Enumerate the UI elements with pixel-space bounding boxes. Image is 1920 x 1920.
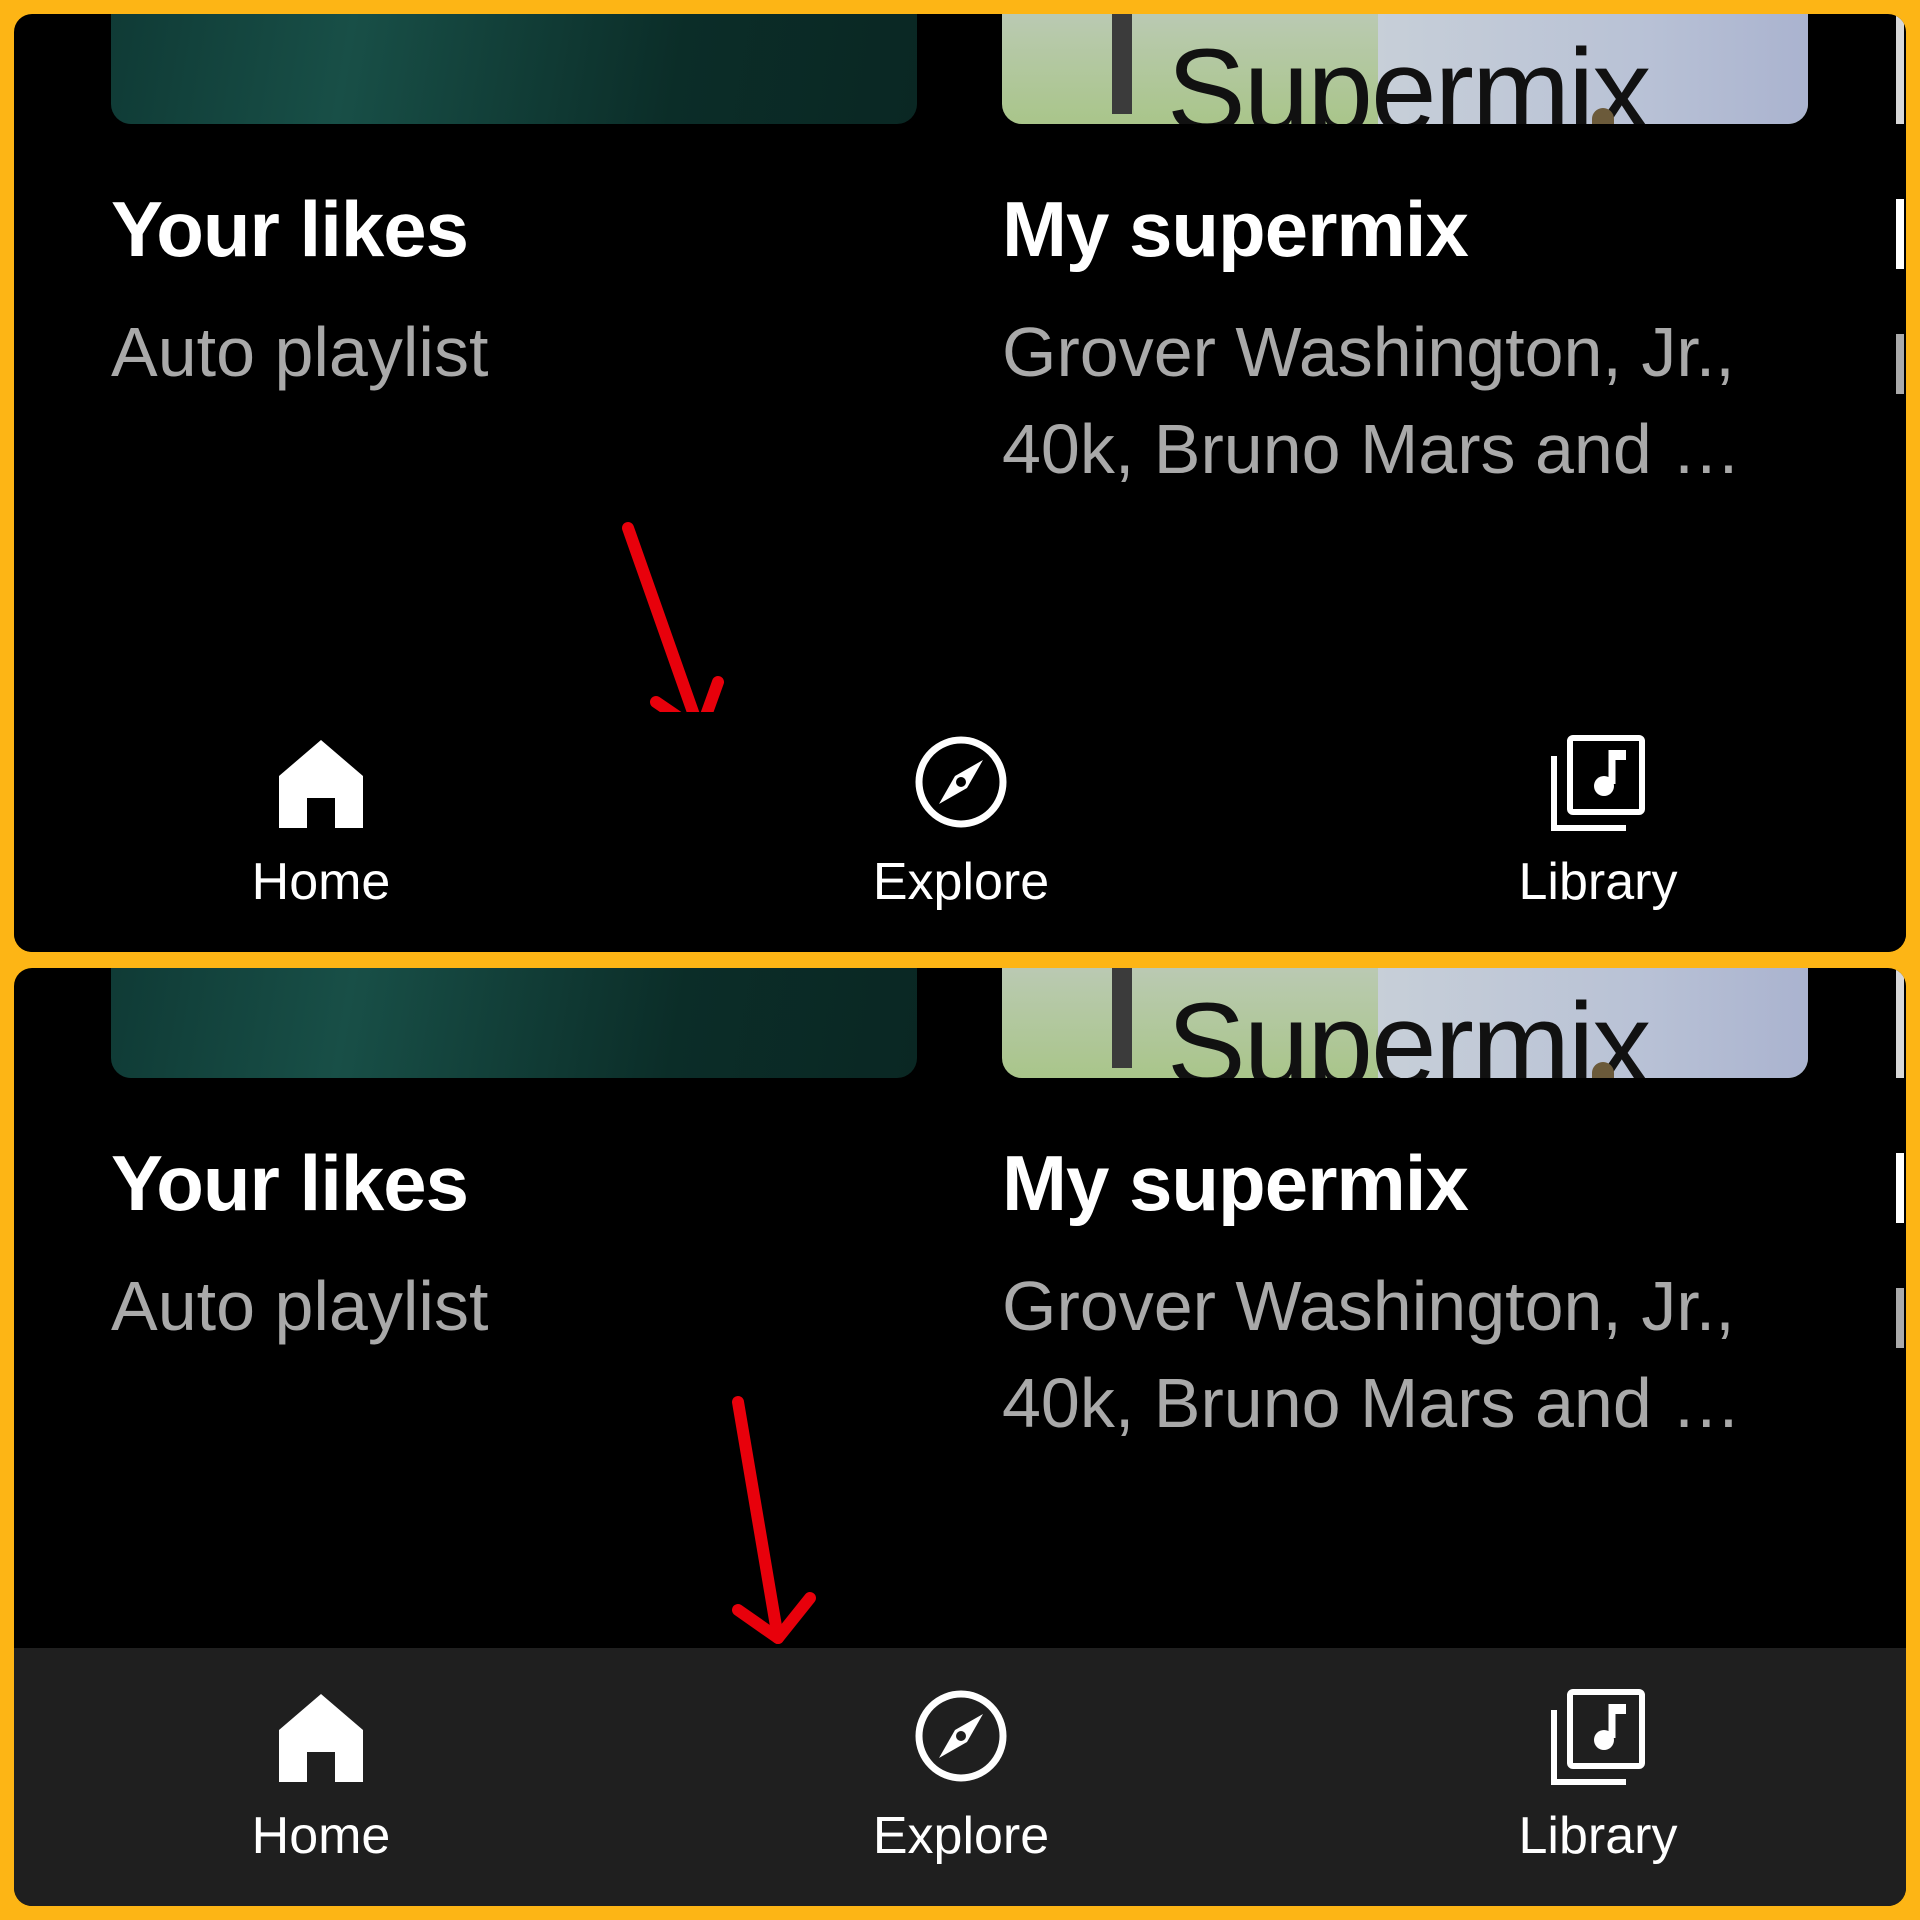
subtitle-line: Auto playlist — [111, 313, 489, 391]
compass-icon — [915, 736, 1007, 828]
subtitle-line: 40k, Bruno Mars and … — [1002, 1364, 1742, 1442]
playlist-title: Your likes — [111, 1139, 469, 1227]
compass-icon — [915, 1690, 1007, 1782]
playlist-title: My supermix — [1002, 185, 1469, 273]
nav-library[interactable]: Library — [1468, 712, 1728, 952]
subtitle-line: Grover Washington, Jr., — [1002, 313, 1735, 391]
home-icon — [279, 1694, 363, 1782]
playlist-subtitle: Auto playlist — [111, 1258, 917, 1355]
subtitle-line: Grover Washington, Jr., — [1002, 1267, 1735, 1345]
next-card-peek — [1896, 14, 1904, 124]
nav-home[interactable]: Home — [191, 1648, 451, 1906]
bottom-navigation-bar: Home Explore Library — [14, 712, 1906, 952]
playlist-artwork[interactable]: Supermix — [1002, 14, 1808, 124]
playlist-subtitle: Grover Washington, Jr., 40k, Bruno Mars … — [1002, 1258, 1808, 1452]
playlist-title: Your likes — [111, 185, 469, 273]
nav-home-label: Home — [251, 1807, 391, 1865]
library-music-icon — [1551, 735, 1645, 831]
screenshot-panel-top: Your likes Auto playlist Supermix My sup… — [14, 14, 1906, 952]
next-card-peek — [1896, 334, 1904, 394]
home-icon — [279, 740, 363, 828]
nav-explore-label: Explore — [872, 1807, 1050, 1865]
playlist-artwork[interactable] — [111, 14, 917, 124]
nav-library[interactable]: Library — [1468, 1648, 1728, 1906]
nav-home-label: Home — [251, 853, 391, 911]
next-card-peek — [1896, 199, 1904, 269]
nav-home[interactable]: Home — [191, 712, 451, 952]
next-card-peek — [1896, 1288, 1904, 1348]
library-music-icon — [1551, 1689, 1645, 1785]
nav-explore[interactable]: Explore — [831, 712, 1091, 952]
playlist-artwork[interactable]: Supermix — [1002, 968, 1808, 1078]
nav-explore-label: Explore — [872, 853, 1050, 911]
artwork-text: Supermix — [1167, 25, 1651, 124]
nav-explore[interactable]: Explore — [831, 1648, 1091, 1906]
playlist-title: My supermix — [1002, 1139, 1469, 1227]
playlist-artwork[interactable] — [111, 968, 917, 1078]
subtitle-line: 40k, Bruno Mars and … — [1002, 410, 1742, 488]
nav-library-label: Library — [1518, 1807, 1678, 1865]
annotation-arrow — [732, 1396, 816, 1644]
next-card-peek — [1896, 968, 1904, 1078]
screenshot-panel-bottom: Your likes Auto playlist Supermix My sup… — [14, 968, 1906, 1906]
subtitle-line: Auto playlist — [111, 1267, 489, 1345]
playlist-subtitle: Auto playlist — [111, 304, 917, 401]
nav-library-label: Library — [1518, 853, 1678, 911]
bottom-navigation-bar: Home Explore Library — [14, 1648, 1906, 1906]
next-card-peek — [1896, 1153, 1904, 1223]
artwork-text: Supermix — [1167, 979, 1651, 1078]
playlist-subtitle: Grover Washington, Jr., 40k, Bruno Mars … — [1002, 304, 1808, 498]
